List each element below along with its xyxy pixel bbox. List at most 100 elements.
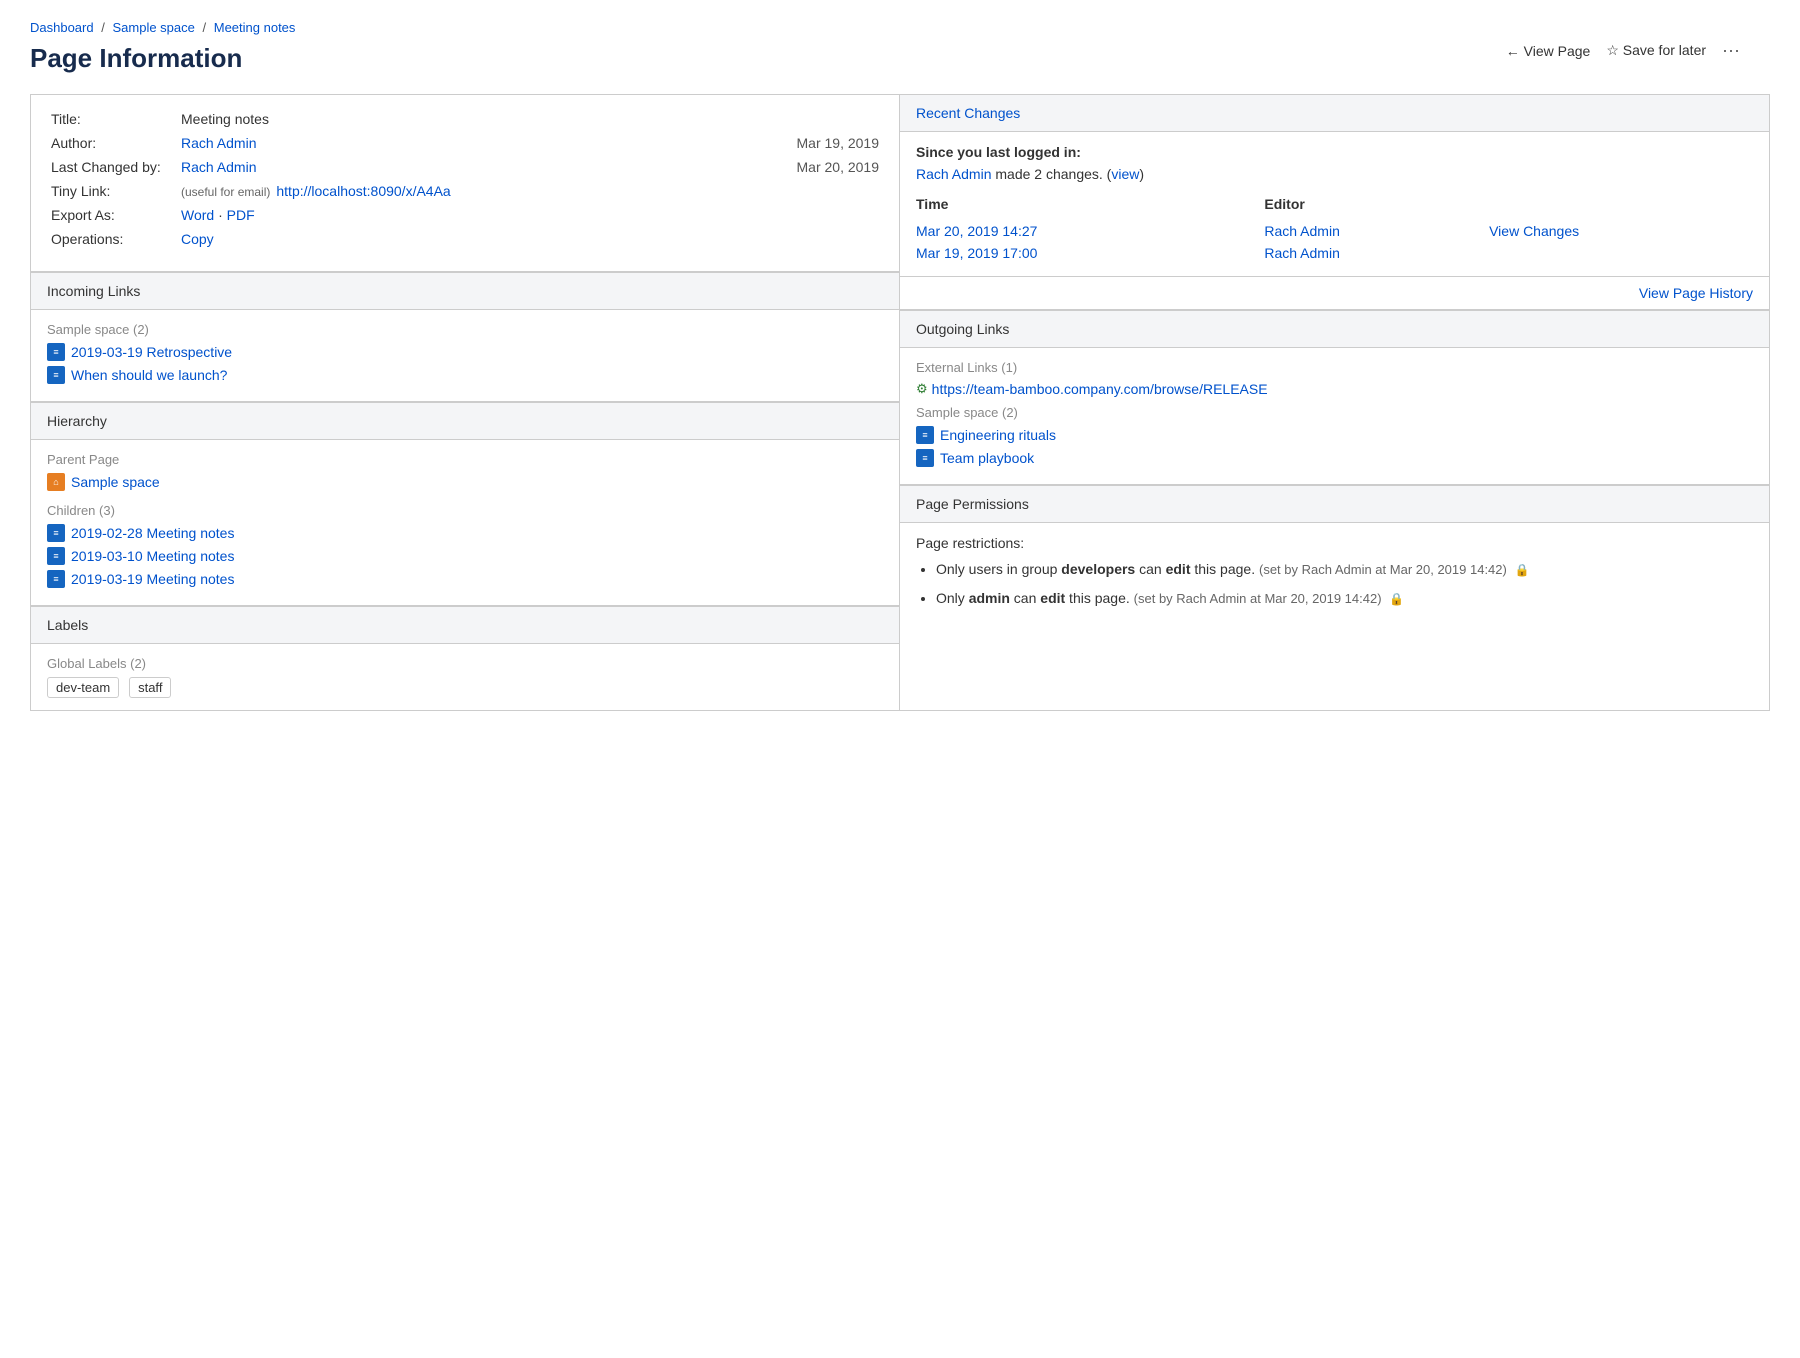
external-link-1[interactable]: https://team-bamboo.company.com/browse/R… [932,381,1268,397]
lock-icon-1: 🔒 [1515,561,1529,575]
tiny-link-note: (useful for email) [181,185,270,199]
info-section: Title: Meeting notes Author: Rach Admin … [31,95,899,272]
recent-changes-link[interactable]: Recent Changes [916,105,1020,121]
operations-row: Operations: Copy [51,231,879,247]
main-layout: Title: Meeting notes Author: Rach Admin … [30,94,1770,711]
view-page-button[interactable]: ← View Page [1506,43,1591,59]
outgoing-link-2[interactable]: Team playbook [940,450,1034,466]
export-row: Export As: Word · PDF [51,207,879,223]
perm-text-1b: can [1135,561,1165,577]
perm-text-2a: Only [936,590,969,606]
perm-text-1c: this page. [1190,561,1255,577]
list-item: ≡ 2019-02-28 Meeting notes [47,524,883,542]
label-tag-devteam[interactable]: dev-team [47,677,119,698]
title-row: Title: Meeting notes [51,111,879,127]
breadcrumb-dashboard[interactable]: Dashboard [30,20,94,35]
outgoing-links-header: Outgoing Links [900,310,1769,348]
label-tag-staff[interactable]: staff [129,677,171,698]
global-labels-label: Global Labels (2) [47,656,883,671]
export-label: Export As: [51,207,181,223]
view-changes-link[interactable]: View Changes [1489,223,1579,239]
parent-page-item: ⌂ Sample space [47,473,883,491]
child-link-1[interactable]: 2019-02-28 Meeting notes [71,525,234,541]
perm-text-2c: this page. [1065,590,1130,606]
view-page-history-link[interactable]: View Page History [1639,285,1753,301]
list-item: ≡ Team playbook [916,449,1753,467]
outgoing-space-label: Sample space (2) [916,405,1753,420]
page-icon: ≡ [47,570,65,588]
bamboo-icon: ⚙ [916,381,928,397]
perm-item-1: Only users in group developers can edit … [936,559,1753,580]
title-value: Meeting notes [181,111,879,127]
list-item: ≡ 2019-03-10 Meeting notes [47,547,883,565]
author-link[interactable]: Rach Admin [181,135,256,151]
page-icon: ≡ [47,547,65,565]
table-row: Mar 20, 2019 14:27 Rach Admin View Chang… [916,220,1753,242]
author-label: Author: [51,135,181,151]
change-editor-2[interactable]: Rach Admin [1264,245,1339,261]
since-login-text: Rach Admin made 2 changes. (view) [916,166,1753,182]
outgoing-links-content: External Links (1) ⚙ https://team-bamboo… [900,348,1769,485]
change-editor-1[interactable]: Rach Admin [1264,223,1339,239]
labels-tags: dev-team staff [47,677,883,698]
page-permissions-content: Page restrictions: Only users in group d… [900,523,1769,629]
since-login-user-link[interactable]: Rach Admin [916,166,991,182]
change-time-2[interactable]: Mar 19, 2019 17:00 [916,245,1037,261]
operations-label: Operations: [51,231,181,247]
perm-note-1: (set by Rach Admin at Mar 20, 2019 14:42… [1259,562,1507,577]
editor-col-header: Editor [1264,192,1489,220]
right-column: Recent Changes Since you last logged in:… [900,95,1769,710]
perm-note-2: (set by Rach Admin at Mar 20, 2019 14:42… [1134,591,1382,606]
hierarchy-content: Parent Page ⌂ Sample space Children (3) … [31,440,899,606]
top-actions: ← View Page ☆ Save for later ··· [1506,40,1740,61]
perm-bold-1b: edit [1166,561,1191,577]
list-item: ≡ Engineering rituals [916,426,1753,444]
parent-page-link[interactable]: Sample space [71,474,160,490]
export-word-link[interactable]: Word [181,207,214,223]
list-item: ≡ 2019-03-19 Meeting notes [47,570,883,588]
last-changed-date: Mar 20, 2019 [777,159,880,175]
more-actions-button[interactable]: ··· [1722,40,1740,61]
change-time-1[interactable]: Mar 20, 2019 14:27 [916,223,1037,239]
export-pdf-link[interactable]: PDF [227,207,255,223]
save-for-later-button[interactable]: ☆ Save for later [1606,42,1706,59]
outgoing-link-1[interactable]: Engineering rituals [940,427,1056,443]
recent-changes-content: Since you last logged in: Rach Admin mad… [900,132,1769,277]
child-link-2[interactable]: 2019-03-10 Meeting notes [71,548,234,564]
operations-copy-link[interactable]: Copy [181,231,214,247]
page-permissions-header: Page Permissions [900,485,1769,523]
tiny-link-url[interactable]: http://localhost:8090/x/A4Aa [276,183,450,199]
perm-text-1a: Only users in group [936,561,1061,577]
parent-label: Parent Page [47,452,883,467]
incoming-links-header: Incoming Links [31,272,899,310]
list-item: ≡ 2019-03-19 Retrospective [47,343,883,361]
author-row: Author: Rach Admin Mar 19, 2019 [51,135,879,151]
last-changed-label: Last Changed by: [51,159,181,175]
hierarchy-header: Hierarchy [31,402,899,440]
left-column: Title: Meeting notes Author: Rach Admin … [31,95,900,710]
incoming-link-2[interactable]: When should we launch? [71,367,227,383]
last-changed-link[interactable]: Rach Admin [181,159,256,175]
since-login-view-link[interactable]: view [1111,166,1139,182]
children-label: Children (3) [47,503,883,518]
perm-item-2: Only admin can edit this page. (set by R… [936,588,1753,609]
perm-bold-2b: edit [1040,590,1065,606]
perm-bold-1a: developers [1061,561,1135,577]
page-icon: ≡ [916,426,934,444]
lock-icon-2: 🔒 [1389,590,1403,604]
breadcrumb-sample-space[interactable]: Sample space [112,20,194,35]
incoming-link-1[interactable]: 2019-03-19 Retrospective [71,344,232,360]
page-icon: ≡ [47,366,65,384]
changes-table: Time Editor Mar 20, 2019 14:27 Rach Admi… [916,192,1753,264]
perm-bold-2a: admin [969,590,1010,606]
since-login-label: Since you last logged in: [916,144,1753,160]
tiny-link-label: Tiny Link: [51,183,181,199]
author-date: Mar 19, 2019 [777,135,880,151]
list-item: ≡ When should we launch? [47,366,883,384]
table-row: Mar 19, 2019 17:00 Rach Admin [916,242,1753,264]
page-icon: ≡ [47,343,65,361]
external-links-label: External Links (1) [916,360,1753,375]
child-link-3[interactable]: 2019-03-19 Meeting notes [71,571,234,587]
since-login-changes-text: made 2 changes. [995,166,1102,182]
breadcrumb-meeting-notes[interactable]: Meeting notes [214,20,296,35]
